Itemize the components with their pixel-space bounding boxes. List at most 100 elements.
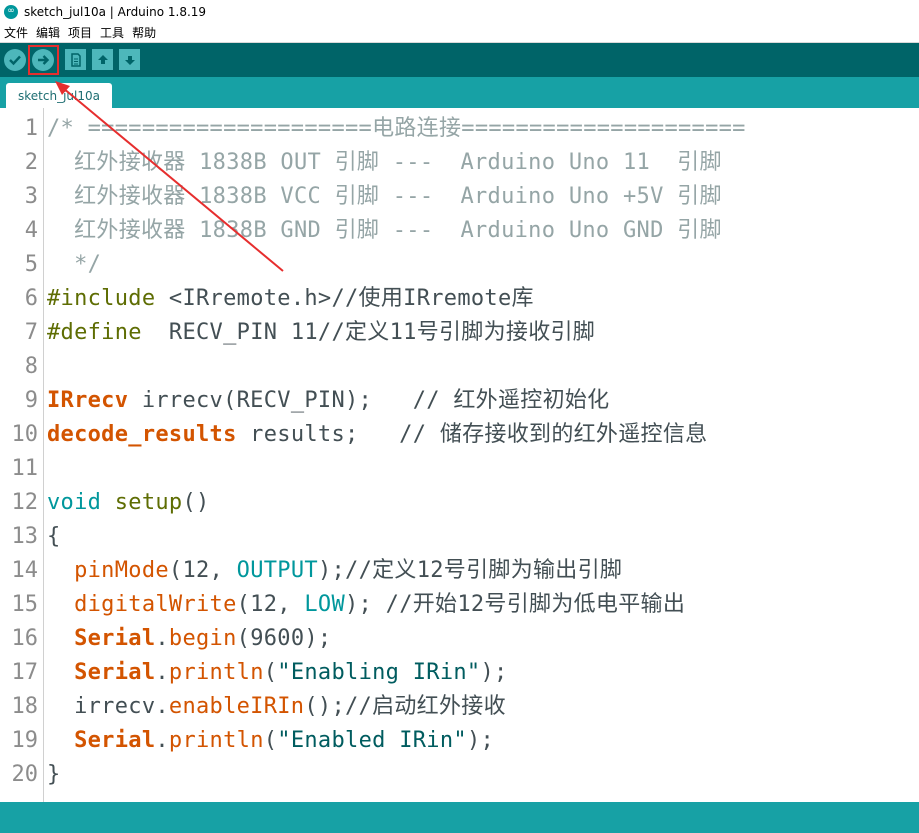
code-line: 19 Serial.println("Enabled IRin"); [0, 724, 919, 758]
code-token: enableIRIn [168, 694, 305, 719]
code-token: begin [168, 626, 237, 651]
code-token: */ [47, 252, 102, 277]
code-editor[interactable]: 1 /* =====================电路连接===========… [0, 108, 919, 802]
menu-sketch[interactable]: 项目 [64, 24, 96, 41]
line-number: 7 [24, 320, 38, 345]
menu-bar: 文件 编辑 项目 工具 帮助 [0, 23, 919, 42]
menu-tools[interactable]: 工具 [96, 24, 128, 41]
code-token: digitalWrite [74, 592, 237, 617]
open-button[interactable] [92, 49, 113, 70]
line-number: 14 [11, 558, 39, 583]
code-text: Serial.begin(9600); [47, 622, 331, 656]
code-token: (9600); [236, 626, 332, 651]
verify-button[interactable] [4, 49, 26, 71]
window-title: sketch_jul10a | Arduino 1.8.19 [24, 4, 207, 19]
code-text: IRrecv irrecv(RECV_PIN); // 红外遥控初始化 [47, 384, 609, 418]
code-token: ); //开始12号引脚为低电平输出 [345, 592, 686, 617]
code-text: #include <IRremote.h>//使用IRremote库 [47, 282, 534, 316]
code-token: println [168, 660, 264, 685]
menu-file[interactable]: 文件 [0, 24, 32, 41]
menu-help[interactable]: 帮助 [128, 24, 160, 41]
code-line: 2 红外接收器 1838B OUT 引脚 --- Arduino Uno 11 … [0, 146, 919, 180]
code-text: digitalWrite(12, LOW); //开始12号引脚为低电平输出 [47, 588, 685, 622]
line-number: 5 [24, 252, 38, 277]
code-line: 11 [0, 452, 919, 486]
menu-edit[interactable]: 编辑 [32, 24, 64, 41]
line-number: 6 [24, 286, 38, 311]
code-token: #define [47, 320, 142, 345]
code-token: 红外接收器 1838B GND 引脚 --- Arduino Uno GND 引… [47, 218, 722, 243]
line-number: 20 [11, 762, 39, 787]
code-text: 红外接收器 1838B VCC 引脚 --- Arduino Uno +5V 引… [47, 180, 722, 214]
code-token: "Enabled IRin" [277, 728, 467, 753]
arduino-logo-icon: ∞ [4, 4, 18, 19]
code-line: 15 digitalWrite(12, LOW); //开始12号引脚为低电平输… [0, 588, 919, 622]
code-token: println [168, 728, 264, 753]
code-text: void setup() [47, 486, 210, 520]
line-number: 2 [24, 150, 38, 175]
code-token: ();//启动红外接收 [304, 694, 506, 719]
line-number: 18 [11, 694, 39, 719]
tab-sketch[interactable]: sketch_jul10a [6, 83, 112, 108]
code-text: 红外接收器 1838B OUT 引脚 --- Arduino Uno 11 引脚 [47, 146, 722, 180]
code-line: 4 红外接收器 1838B GND 引脚 --- Arduino Uno GND… [0, 214, 919, 248]
code-token: results; // 储存接收到的红外遥控信息 [236, 422, 708, 447]
code-line: 12 void setup() [0, 486, 919, 520]
code-line: 20} [0, 758, 919, 792]
code-line: 7 #define RECV_PIN 11//定义11号引脚为接收引脚 [0, 316, 919, 350]
code-token: 红外接收器 1838B OUT 引脚 --- Arduino Uno 11 引脚 [47, 150, 722, 175]
code-token: OUTPUT [236, 558, 318, 583]
new-button[interactable] [65, 49, 86, 70]
code-line: 14 pinMode(12, OUTPUT);//定义12号引脚为输出引脚 [0, 554, 919, 588]
code-token: { [47, 524, 61, 549]
code-token: 红外接收器 1838B VCC 引脚 --- Arduino Uno +5V 引… [47, 184, 722, 209]
code-text: irrecv.enableIRIn();//启动红外接收 [47, 690, 506, 724]
code-token: decode_results [47, 422, 237, 447]
code-token: irrecv(RECV_PIN); // 红外遥控初始化 [128, 388, 610, 413]
code-token: RECV_PIN 11//定义11号引脚为接收引脚 [141, 320, 596, 345]
code-token: IRrecv [47, 388, 129, 413]
code-line: 10 decode_results results; // 储存接收到的红外遥控信… [0, 418, 919, 452]
title-bar: ∞ sketch_jul10a | Arduino 1.8.19 [0, 0, 919, 23]
code-token: pinMode [74, 558, 169, 583]
line-number: 15 [11, 592, 39, 617]
code-token: setup [114, 490, 183, 515]
code-line: 3 红外接收器 1838B VCC 引脚 --- Arduino Uno +5V… [0, 180, 919, 214]
line-number: 17 [11, 660, 39, 685]
tab-strip: sketch_jul10a [0, 77, 919, 108]
save-icon [124, 55, 135, 65]
code-text: decode_results results; // 储存接收到的红外遥控信息 [47, 418, 707, 452]
code-token: irrecv. [47, 694, 169, 719]
code-text: 红外接收器 1838B GND 引脚 --- Arduino Uno GND 引… [47, 214, 722, 248]
line-number: 12 [11, 490, 39, 515]
code-token: LOW [304, 592, 346, 617]
code-token: void [47, 490, 102, 515]
code-token: #include [47, 286, 156, 311]
line-number: 11 [11, 456, 39, 481]
verify-icon [9, 55, 21, 66]
code-token: . [155, 626, 169, 651]
open-icon [97, 54, 108, 64]
code-token: Serial [74, 728, 156, 753]
line-number: 10 [11, 422, 39, 447]
new-icon [70, 52, 81, 67]
line-number: 3 [24, 184, 38, 209]
upload-highlight-box [28, 45, 59, 75]
code-text: } [47, 758, 61, 792]
save-button[interactable] [119, 49, 140, 70]
code-token: );//定义12号引脚为输出引脚 [317, 558, 623, 583]
code-token: (12, [168, 558, 237, 583]
line-number: 13 [11, 524, 39, 549]
code-text: { [47, 520, 61, 554]
code-token: () [182, 490, 210, 515]
code-text: */ [47, 248, 101, 282]
code-line: 17 Serial.println("Enabling IRin"); [0, 656, 919, 690]
status-bar [0, 802, 919, 833]
code-token: Serial [74, 660, 156, 685]
code-line: 9 IRrecv irrecv(RECV_PIN); // 红外遥控初始化 [0, 384, 919, 418]
